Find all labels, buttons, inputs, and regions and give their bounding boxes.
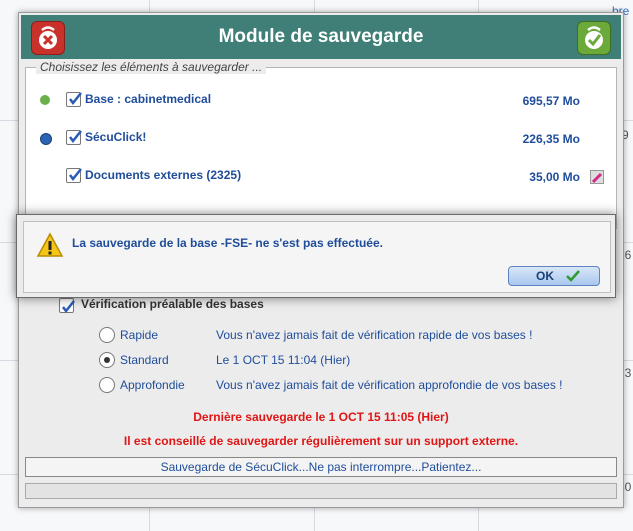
status-green-icon xyxy=(40,95,50,105)
option-description: Vous n'avez jamais fait de vérification … xyxy=(216,378,563,392)
option-description: Vous n'avez jamais fait de vérification … xyxy=(216,328,533,342)
verification-checkbox[interactable] xyxy=(59,298,75,314)
documents-checkbox[interactable] xyxy=(66,168,82,183)
pencil-icon xyxy=(591,172,603,184)
checkmark-icon xyxy=(69,168,82,182)
selection-item-label: Base : cabinetmedical xyxy=(85,92,212,106)
status-arrow-icon xyxy=(40,133,52,145)
documents-folder-icon[interactable] xyxy=(590,170,604,184)
selection-item-database: Base : cabinetmedical 695,57 Mo xyxy=(26,90,616,110)
selection-item-size: 695,57 Mo xyxy=(522,94,580,108)
warning-icon xyxy=(36,232,64,257)
radio-rapide[interactable] xyxy=(99,327,115,343)
selection-item-secuclick: SécuClick! 226,35 Mo xyxy=(26,128,616,148)
confirm-check-icon xyxy=(585,26,603,49)
selection-item-size: 226,35 Mo xyxy=(522,132,580,146)
selection-item-size: 35,00 Mo xyxy=(529,170,580,184)
alert-ok-label: OK xyxy=(536,269,554,283)
option-label: Approfondie xyxy=(120,378,185,392)
window-title: Module de sauvegarde xyxy=(218,26,424,47)
progress-text: Sauvegarde de SécuClick...Ne pas interro… xyxy=(160,460,482,474)
option-label: Standard xyxy=(120,353,169,367)
selection-item-label: Documents externes (2325) xyxy=(85,168,242,182)
progress-bar: Sauvegarde de SécuClick...Ne pas interro… xyxy=(25,457,617,477)
last-backup-text: Dernière sauvegarde le 1 OCT 15 11:05 (H… xyxy=(193,410,449,424)
database-checkbox[interactable] xyxy=(66,92,82,107)
secondary-progress-bar xyxy=(25,483,617,499)
selection-group: Choisissez les éléments à sauvegarder ..… xyxy=(25,60,617,229)
title-bar: Module de sauvegarde xyxy=(21,15,621,59)
secuclick-checkbox[interactable] xyxy=(66,130,82,145)
radio-standard[interactable] xyxy=(99,352,115,368)
option-label: Rapide xyxy=(120,328,159,342)
alert-ok-button[interactable]: OK xyxy=(508,266,600,286)
radio-approfondie[interactable] xyxy=(99,377,115,393)
checkmark-icon xyxy=(69,130,82,144)
checkmark-icon xyxy=(69,92,82,106)
selection-item-documents: Documents externes (2325) 35,00 Mo xyxy=(26,166,616,186)
checkmark-icon xyxy=(566,270,580,282)
checkmark-icon xyxy=(62,300,75,314)
verification-label: Vérification préalable des bases xyxy=(81,297,264,311)
radio-selected-dot xyxy=(104,357,110,363)
alert-panel: La sauvegarde de la base -FSE- ne s'est … xyxy=(23,221,611,293)
backup-advice-text: Il est conseillé de sauvegarder régulièr… xyxy=(123,434,519,448)
confirm-button[interactable] xyxy=(577,21,611,55)
option-description: Le 1 OCT 15 11:04 (Hier) xyxy=(216,353,351,367)
alert-message: La sauvegarde de la base -FSE- ne s'est … xyxy=(72,236,383,250)
selection-legend: Choisissez les éléments à sauvegarder ..… xyxy=(36,60,267,74)
alert-dialog: La sauvegarde de la base -FSE- ne s'est … xyxy=(16,214,616,298)
selection-item-label: SécuClick! xyxy=(85,130,147,144)
